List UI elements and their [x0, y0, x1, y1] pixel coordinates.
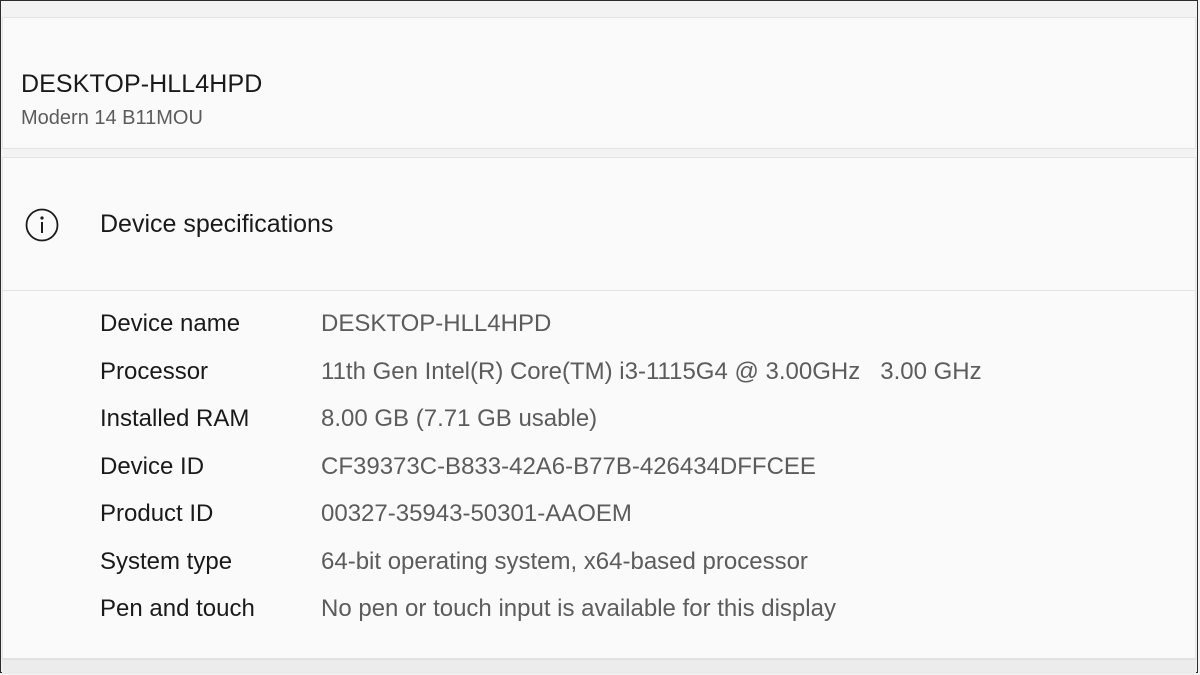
info-icon [25, 208, 59, 242]
spec-row-processor: Processor 11th Gen Intel(R) Core(TM) i3-… [100, 358, 982, 406]
next-card-edge [2, 659, 1196, 674]
device-model: Modern 14 B11MOU [21, 107, 203, 129]
specifications-list: Device name DESKTOP-HLL4HPD Processor 11… [100, 310, 982, 643]
device-name-heading: DESKTOP-HLL4HPD [21, 70, 263, 98]
spec-row-product-id: Product ID 00327-35943-50301-AAOEM [100, 500, 982, 548]
spec-row-system-type: System type 64-bit operating system, x64… [100, 548, 982, 596]
spec-value: 11th Gen Intel(R) Core(TM) i3-1115G4 @ 3… [321, 357, 982, 385]
spec-value: 00327-35943-50301-AAOEM [321, 500, 632, 527]
spec-row-installed-ram: Installed RAM 8.00 GB (7.71 GB usable) [100, 405, 982, 453]
spec-value: 64-bit operating system, x64-based proce… [321, 547, 808, 575]
settings-window: DESKTOP-HLL4HPD Modern 14 B11MOU Device … [0, 0, 1198, 674]
spec-label: Device ID [100, 452, 205, 480]
device-specifications-title: Device specifications [100, 210, 334, 238]
spec-value: No pen or touch input is available for t… [321, 595, 836, 622]
spec-label: Installed RAM [100, 405, 250, 432]
spec-value: 8.00 GB (7.71 GB usable) [321, 405, 598, 432]
spec-value: DESKTOP-HLL4HPD [321, 310, 552, 337]
spec-label: Processor [100, 357, 209, 385]
spec-row-device-name: Device name DESKTOP-HLL4HPD [100, 310, 982, 358]
spec-value: CF39373C-B833-42A6-B77B-426434DFFCEE [321, 452, 816, 480]
spec-label: Product ID [100, 500, 214, 527]
device-card[interactable]: DESKTOP-HLL4HPD Modern 14 B11MOU [2, 17, 1196, 149]
spec-row-pen-and-touch: Pen and touch No pen or touch input is a… [100, 595, 982, 643]
spec-label: Device name [100, 310, 241, 337]
device-specifications-header[interactable]: Device specifications [3, 158, 1195, 291]
device-specifications-card: Device specifications Device name DESKTO… [2, 157, 1196, 659]
spec-label: Pen and touch [100, 595, 255, 622]
spec-row-device-id: Device ID CF39373C-B833-42A6-B77B-426434… [100, 453, 982, 501]
spec-label: System type [100, 547, 233, 575]
